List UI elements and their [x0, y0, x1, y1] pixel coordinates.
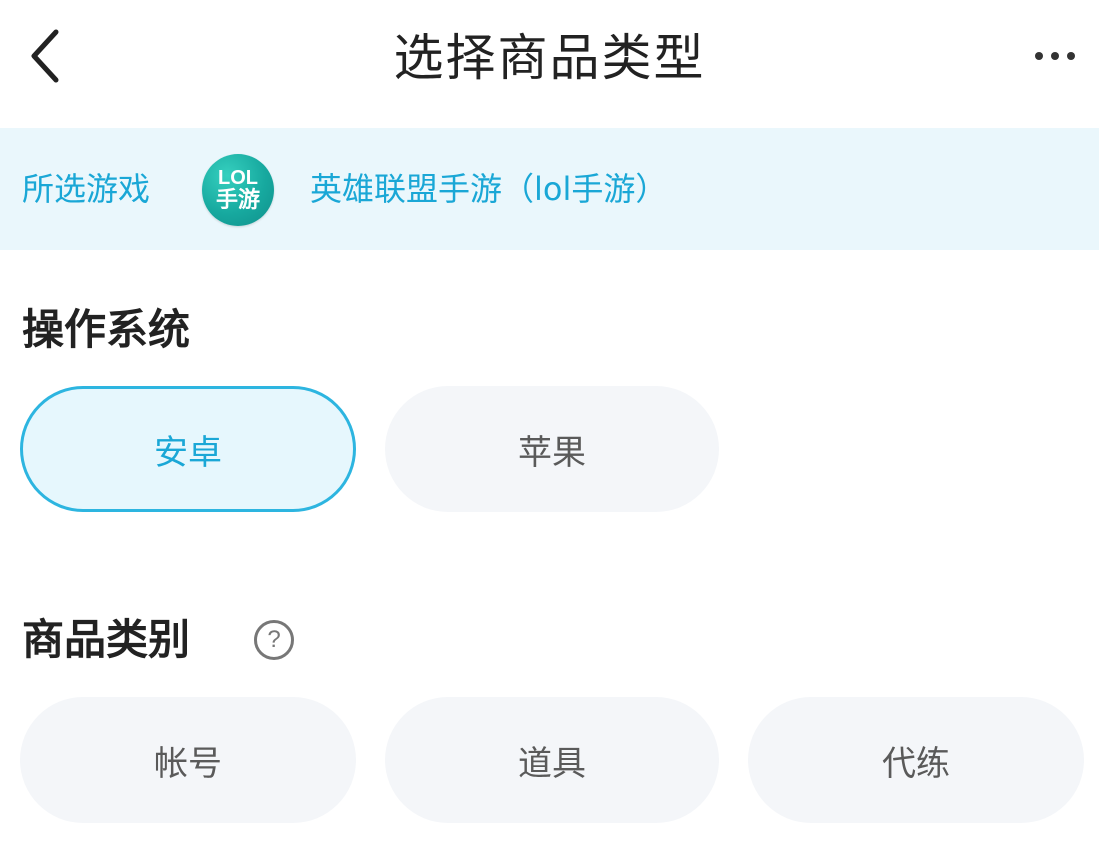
- more-horizontal-icon-dot: [1051, 52, 1059, 60]
- more-horizontal-icon-dot: [1067, 52, 1075, 60]
- category-option-label: 帐号: [154, 743, 222, 784]
- header: 选择商品类型: [0, 0, 1099, 128]
- category-option-label: 代练: [882, 743, 950, 784]
- page: 选择商品类型 所选游戏 LOL 手游 英雄联盟手游（lol手游） 操作系统 安卓…: [0, 0, 1099, 854]
- page-title: 选择商品类型: [393, 29, 706, 87]
- help-symbol: ?: [267, 626, 281, 653]
- category-section-title: 商品类别: [22, 615, 191, 664]
- game-logo: LOL 手游: [202, 154, 274, 226]
- category-option-boosting[interactable]: 代练: [748, 697, 1084, 823]
- game-logo-line2: 手游: [215, 187, 260, 212]
- more-horizontal-icon: [1035, 52, 1043, 60]
- os-option-label: 苹果: [518, 432, 586, 473]
- selected-game-name: 英雄联盟手游（lol手游）: [310, 170, 668, 208]
- game-logo-line1: LOL: [218, 167, 258, 189]
- os-section-title: 操作系统: [22, 305, 191, 354]
- os-option-android[interactable]: 安卓: [20, 386, 356, 512]
- category-option-item[interactable]: 道具: [385, 697, 719, 823]
- category-option-account[interactable]: 帐号: [20, 697, 356, 823]
- help-icon[interactable]: ?: [254, 620, 294, 660]
- selected-game-bar[interactable]: 所选游戏 LOL 手游 英雄联盟手游（lol手游）: [0, 128, 1099, 250]
- os-option-ios[interactable]: 苹果: [385, 386, 719, 512]
- more-button[interactable]: [1025, 30, 1085, 82]
- category-option-label: 道具: [518, 743, 586, 784]
- selected-game-label: 所选游戏: [22, 170, 151, 208]
- os-option-label: 安卓: [154, 432, 222, 473]
